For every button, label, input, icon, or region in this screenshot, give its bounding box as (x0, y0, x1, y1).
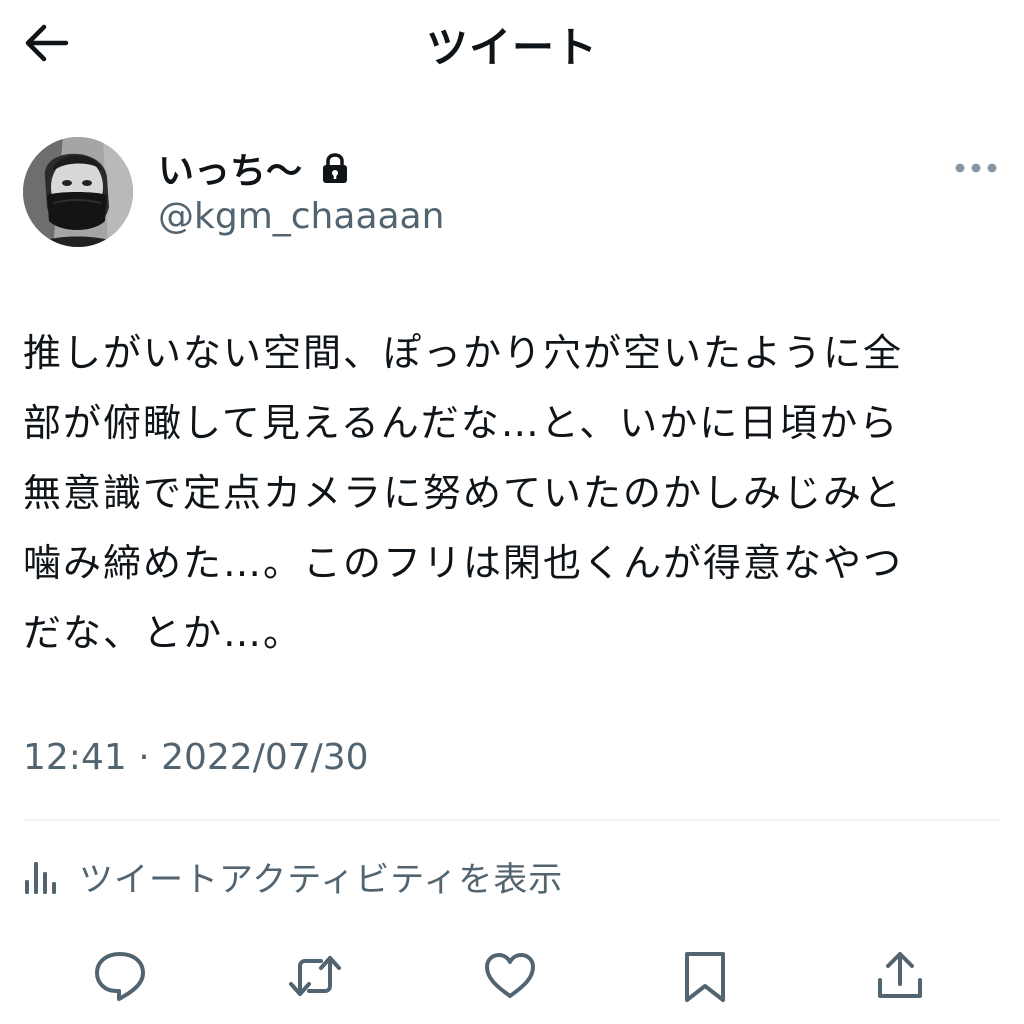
avatar[interactable] (23, 137, 133, 247)
bookmark-icon (685, 952, 725, 1002)
like-button[interactable] (474, 940, 546, 1012)
divider (23, 819, 1001, 821)
tweet-text-line: 噛み締めた…。このフリは閑也くんが得意なやつ (23, 541, 904, 585)
bookmark-button[interactable] (669, 940, 741, 1012)
tweet-timestamp[interactable]: 12:41 · 2022/07/30 (23, 737, 369, 778)
share-button[interactable] (864, 940, 936, 1012)
author-name-row[interactable]: いっち〜 (158, 142, 350, 194)
tweet-detail-screen: ツイート いっち〜 @kgm_chaaaan 推しがいない空間、ぽっかり穴が空い… (0, 0, 1024, 1024)
tweet-text-line: 部が俯瞰して見えるんだな…と、いかに日頃から (23, 401, 900, 445)
tweet-text-line: 無意識で定点カメラに努めていたのかしみじみと (23, 471, 904, 515)
tweet-action-bar (0, 940, 1024, 1012)
tweet-text: 推しがいない空間、ぽっかり穴が空いたように全 部が俯瞰して見えるんだな…と、いか… (23, 318, 1008, 668)
retweet-icon (289, 956, 341, 996)
view-tweet-activity-link[interactable]: ツイートアクティビティを表示 (23, 848, 563, 904)
more-options-button[interactable] (950, 150, 1002, 186)
retweet-button[interactable] (279, 940, 351, 1012)
heart-icon (485, 953, 535, 998)
reply-icon (95, 952, 145, 1001)
activity-label: ツイートアクティビティを表示 (79, 859, 564, 900)
reply-button[interactable] (84, 940, 156, 1012)
author-handle[interactable]: @kgm_chaaaan (158, 196, 444, 237)
avatar-image (23, 137, 133, 247)
tweet-text-line: だな、とか…。 (23, 611, 304, 655)
tweet-text-line: 推しがいない空間、ぽっかり穴が空いたように全 (23, 331, 904, 375)
lock-icon (320, 151, 350, 185)
share-icon (878, 952, 922, 998)
page-title: ツイート (425, 23, 598, 72)
analytics-icon (25, 862, 56, 894)
display-name: いっち〜 (158, 151, 303, 192)
ellipsis-icon (955, 163, 997, 173)
header-bar: ツイート (0, 0, 1024, 90)
